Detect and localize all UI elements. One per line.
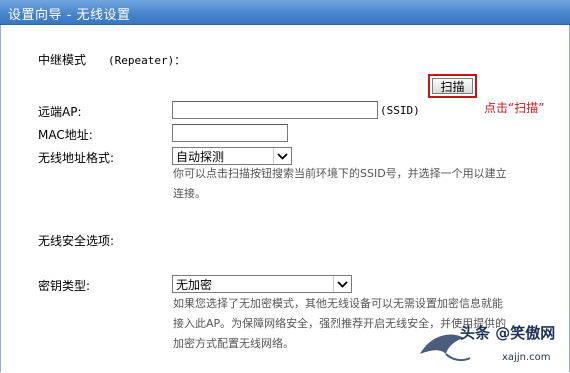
scan-annotation: 点击“扫描” (484, 101, 545, 115)
mode-label: 中继模式 (38, 53, 87, 67)
security-hint-line1: 如果您选择了无加密模式，其他无线设备可以无需设置加密信息就能 (173, 297, 503, 310)
key-type-label: 密钥类型: (38, 279, 91, 293)
key-type-select[interactable]: 无加密 (172, 275, 352, 293)
security-hint-line3: 加密方式配置无线网络。 (173, 337, 294, 350)
remote-ap-input[interactable] (172, 101, 378, 119)
chevron-down-icon (333, 276, 351, 292)
window-title: 设置向导 - 无线设置 (8, 8, 131, 23)
watermark: 头条 @笑傲网 xajjn.com (416, 314, 566, 370)
watermark-text: 头条 @笑傲网 (460, 324, 556, 342)
security-section-label: 无线安全选项: (38, 234, 115, 248)
addr-format-value: 自动探测 (176, 149, 225, 164)
mac-label: MAC地址: (38, 128, 93, 142)
key-type-value: 无加密 (176, 277, 213, 292)
scan-button[interactable]: 扫描 (432, 78, 473, 94)
ssid-suffix: (SSID) (380, 104, 420, 117)
watermark-site: xajjn.com (502, 352, 551, 363)
remote-ap-label: 远端AP: (38, 105, 82, 119)
scan-hint-line1: 你可以点击扫描按钮搜索当前环境下的SSID号，并选择一个用以建立 (173, 167, 507, 180)
addr-format-select[interactable]: 自动探测 (172, 147, 292, 165)
title-bar: 设置向导 - 无线设置 (0, 0, 570, 25)
mac-input[interactable] (172, 124, 288, 142)
mode-value: (Repeater)： (108, 54, 186, 67)
scan-highlight: 扫描 (428, 74, 477, 98)
chevron-down-icon (273, 148, 291, 164)
addr-format-label: 无线地址格式: (38, 151, 115, 165)
scan-hint-line2: 连接。 (173, 187, 206, 200)
